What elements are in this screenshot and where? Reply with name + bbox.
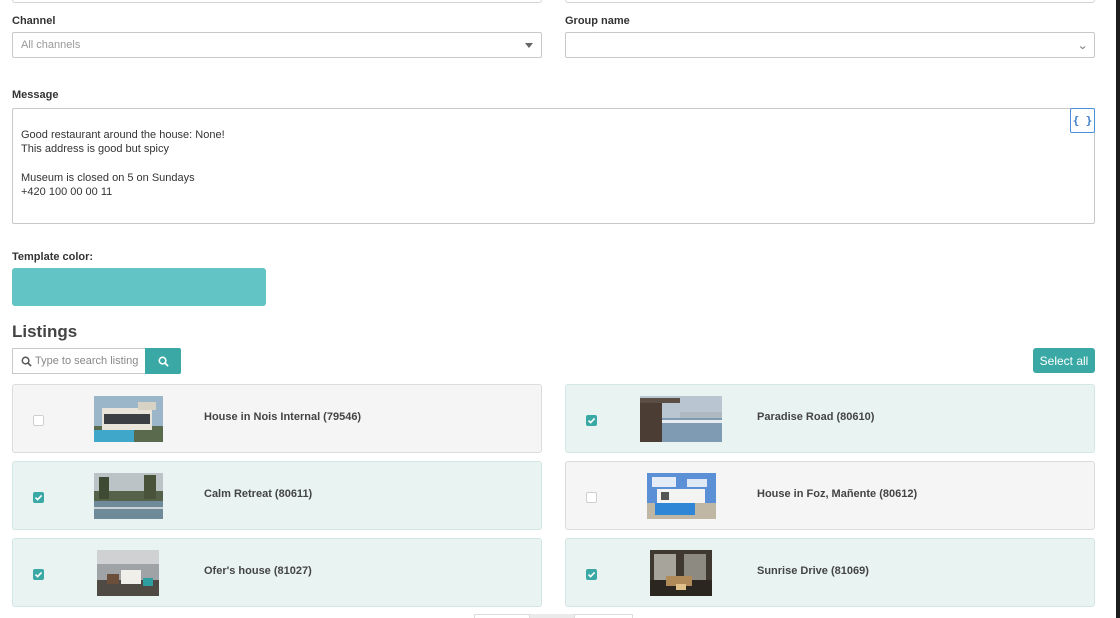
channel-label: Channel <box>12 15 56 27</box>
chevron-down-icon: ⌄ <box>1076 40 1088 52</box>
pagination-active <box>529 614 575 618</box>
listing-card[interactable]: Paradise Road (80610) <box>565 384 1095 453</box>
search-icon <box>21 356 32 367</box>
template-color-label: Template color: <box>12 251 94 263</box>
select-all-button[interactable]: Select all <box>1033 348 1095 373</box>
listings-title: Listings <box>12 322 78 341</box>
listing-search-placeholder: Type to search listing <box>35 355 139 367</box>
listing-thumbnail <box>97 549 159 596</box>
truncated-field-right <box>565 0 1095 3</box>
listing-thumbnail <box>650 549 712 596</box>
group-name-select[interactable]: ⌄ <box>565 32 1095 58</box>
listing-name: Paradise Road (80610) <box>757 411 875 423</box>
channel-select-value: All channels <box>21 39 81 51</box>
search-icon <box>158 356 169 367</box>
listing-thumbnail <box>640 395 722 442</box>
checkmark-icon <box>587 571 596 578</box>
listing-card[interactable]: House in Foz, Mañente (80612) <box>565 461 1095 530</box>
message-line: This address is good but spicy <box>21 143 169 156</box>
channel-select[interactable]: All channels <box>12 32 542 58</box>
checkmark-icon <box>587 417 596 424</box>
listing-card[interactable]: Sunrise Drive (81069) <box>565 538 1095 607</box>
listing-card[interactable]: House in Nois Internal (79546) <box>12 384 542 453</box>
message-label: Message <box>12 89 59 101</box>
listing-checkbox[interactable] <box>586 492 597 503</box>
listing-search: Type to search listing <box>12 348 181 374</box>
message-line: Good restaurant around the house: None! <box>21 129 225 141</box>
group-name-label: Group name <box>565 15 630 27</box>
message-line: +420 100 00 00 11 <box>21 185 113 198</box>
listing-checkbox[interactable] <box>586 569 597 580</box>
listing-search-input[interactable]: Type to search listing <box>12 348 145 374</box>
listing-checkbox[interactable] <box>33 492 44 503</box>
listing-card[interactable]: Calm Retreat (80611) <box>12 461 542 530</box>
search-button[interactable] <box>145 348 181 374</box>
listing-name: Ofer's house (81027) <box>204 565 312 577</box>
listing-card[interactable]: Ofer's house (81027) <box>12 538 542 607</box>
window-edge <box>1116 0 1120 618</box>
listing-thumbnail <box>646 472 716 519</box>
caret-down-icon <box>525 43 533 48</box>
truncated-field-left <box>12 0 542 3</box>
listing-checkbox[interactable] <box>33 415 44 426</box>
listing-name: House in Nois Internal (79546) <box>204 411 362 423</box>
listing-name: Sunrise Drive (81069) <box>757 565 869 577</box>
listing-thumbnail <box>93 472 163 519</box>
listing-name: Calm Retreat (80611) <box>204 488 313 500</box>
message-line: Museum is closed on 5 on Sundays <box>21 171 195 184</box>
message-content: Good restaurant around the house: None! … <box>21 128 225 199</box>
insert-variable-button[interactable]: { } <box>1070 108 1095 133</box>
message-line <box>21 157 225 171</box>
listing-thumbnail <box>93 395 163 442</box>
checkmark-icon <box>34 494 43 501</box>
listing-name: House in Foz, Mañente (80612) <box>757 488 918 500</box>
template-color-swatch[interactable] <box>12 268 266 306</box>
listing-checkbox[interactable] <box>33 569 44 580</box>
listing-checkbox[interactable] <box>586 415 597 426</box>
checkmark-icon <box>34 571 43 578</box>
message-textarea[interactable]: Good restaurant around the house: None! … <box>12 108 1095 224</box>
